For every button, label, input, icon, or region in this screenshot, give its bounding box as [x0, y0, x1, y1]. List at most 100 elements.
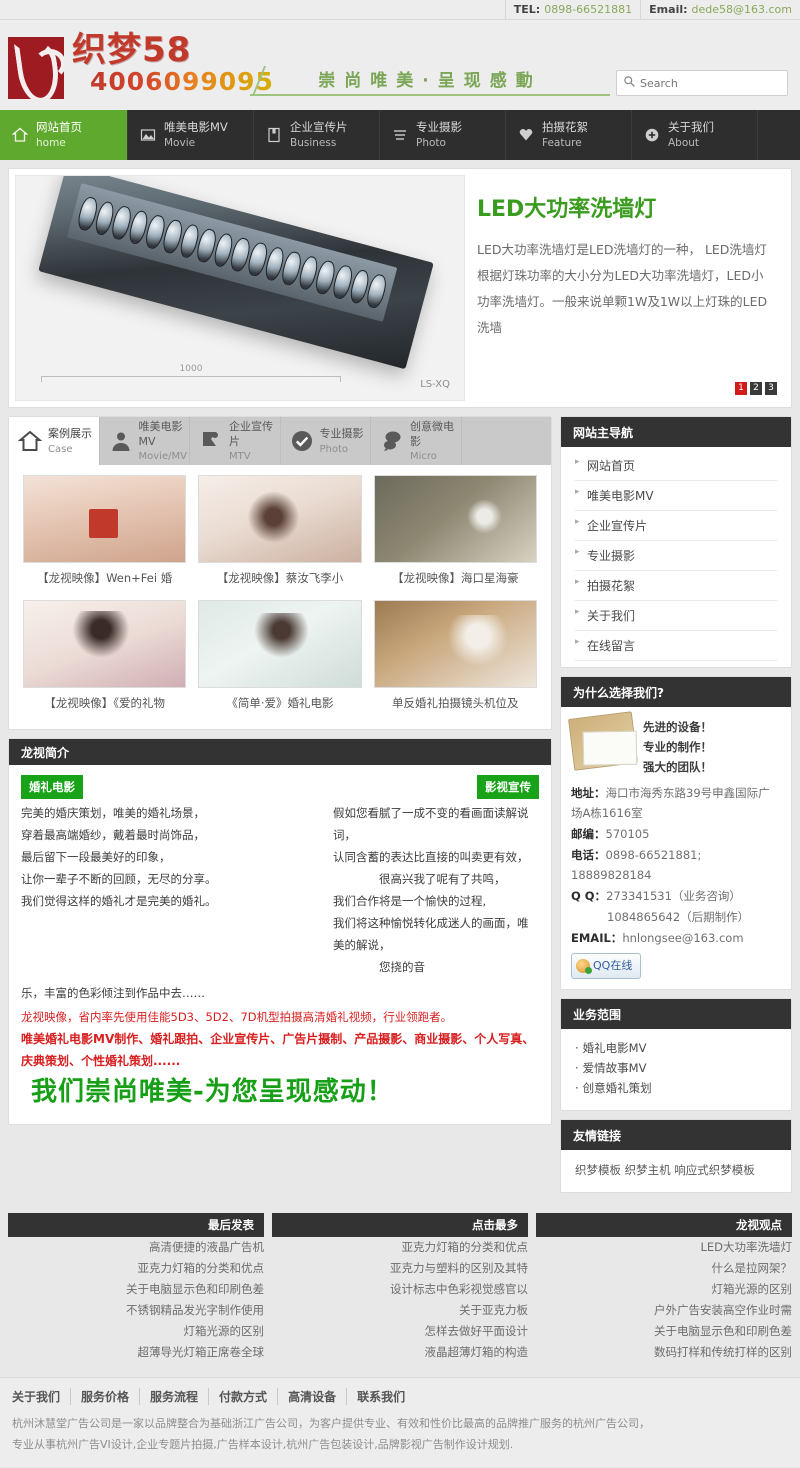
sidebar-item-business[interactable]: 企业宣传片	[575, 511, 777, 541]
footer-nav-equipment[interactable]: 高清设备	[278, 1388, 348, 1405]
footer-nav-about[interactable]: 关于我们	[12, 1388, 72, 1405]
footer-link[interactable]: 户外广告安装高空作业时需	[536, 1300, 792, 1321]
sidebar-item-feature[interactable]: 拍摄花絮	[575, 571, 777, 601]
footer-link[interactable]: 亚克力灯箱的分类和优点	[272, 1237, 529, 1258]
gallery-thumbnail[interactable]	[373, 600, 537, 688]
banner-dot-2[interactable]: 2	[750, 382, 762, 395]
search-input[interactable]	[636, 76, 785, 90]
banner-dot-3[interactable]: 3	[765, 382, 777, 395]
footer-link[interactable]: 关于电脑显示色和印刷色差	[8, 1279, 264, 1300]
check-circle-icon	[290, 429, 314, 453]
tab-case[interactable]: 案例展示 Case	[9, 417, 100, 465]
intro-left-line: 我们觉得这样的婚礼才是完美的婚礼。	[21, 894, 217, 908]
footer-nav-contact[interactable]: 联系我们	[347, 1388, 415, 1405]
footer-link[interactable]: 关于亚克力板	[272, 1300, 528, 1321]
gallery-item[interactable]: 【龙视映像】Wen+Fei 婚	[17, 475, 192, 600]
sidebar-nav-list: 网站首页 唯美电影MV 企业宣传片 专业摄影 拍摄花絮 关于我们 在线留言	[561, 447, 791, 667]
footer-navigation: 关于我们 服务价格 服务流程 付款方式 高清设备 联系我们	[12, 1388, 788, 1405]
qq-online-button[interactable]: QQ在线	[571, 953, 642, 979]
footer-link[interactable]: 亚克力与塑料的区别及其特	[272, 1258, 528, 1279]
footer-link[interactable]: 设计标志中色彩视觉感官以	[272, 1279, 528, 1300]
nav-item-about[interactable]: 关于我们 About	[632, 110, 758, 160]
friendly-links-text[interactable]: 织梦模板 织梦主机 响应式织梦模板	[561, 1150, 791, 1192]
footer-link[interactable]: 关于电脑显示色和印刷色差	[536, 1321, 792, 1342]
footer-link[interactable]: 不锈钢精品发光字制作使用	[8, 1300, 264, 1321]
tab-mtv[interactable]: 企业宣传片 MTV	[190, 417, 281, 465]
gallery-item[interactable]: 《简单·爱》婚礼电影	[192, 600, 367, 725]
tab-movie[interactable]: 唯美电影MV Movie/MV	[100, 417, 190, 465]
footer-nav-payment[interactable]: 付款方式	[209, 1388, 279, 1405]
footer-nav-price[interactable]: 服务价格	[71, 1388, 141, 1405]
intro-left-line: 穿着最高端婚纱，戴着最时尚饰品，	[21, 828, 205, 842]
footer-link[interactable]: 灯箱光源的区别	[8, 1321, 265, 1342]
sidebar-item-movie[interactable]: 唯美电影MV	[575, 481, 777, 511]
business-scope-box: 业务范围 婚礼电影MV 爱情故事MV 创意婚礼策划	[560, 998, 792, 1111]
footer-link[interactable]: 数码打样和传统打样的区别	[536, 1342, 792, 1363]
pin-icon	[199, 429, 223, 453]
envelope-icon	[568, 711, 638, 771]
logo-name: 织梦58	[72, 30, 192, 70]
intro-tail-line: 乐，丰富的色彩倾注到作品中去……	[21, 986, 205, 1000]
gallery-thumbnail[interactable]	[23, 600, 187, 688]
business-item[interactable]: 婚礼电影MV	[575, 1038, 777, 1058]
nav-item-home[interactable]: 网站首页 home	[0, 110, 128, 160]
gallery-item[interactable]: 【龙视映像】海口星海豪	[368, 475, 543, 600]
gallery-thumbnail[interactable]	[198, 600, 362, 688]
intro-services-line: 唯美婚礼电影MV制作、婚礼跟拍、企业宣传片、广告片摄制、产品摄影、商业摄影、个人…	[21, 1032, 535, 1068]
footer-col-popular: 点击最多 亚克力灯箱的分类和优点 亚克力与塑料的区别及其特 设计标志中色彩视觉感…	[272, 1213, 528, 1363]
why-slogan: 专业的制作！	[643, 740, 712, 754]
tab-label-cn: 企业宣传片	[229, 420, 273, 448]
footer-link[interactable]: 灯箱光源的区别	[536, 1279, 793, 1300]
plus-circle-icon	[644, 127, 660, 143]
footer-link[interactable]: 什么是拉网架？	[536, 1258, 793, 1279]
sidebar-item-photo[interactable]: 专业摄影	[575, 541, 777, 571]
nav-label-en: About	[668, 136, 700, 149]
nav-label-cn: 网站首页	[36, 119, 82, 134]
nav-item-movie[interactable]: 唯美电影MV Movie	[128, 110, 254, 160]
search-box[interactable]	[616, 70, 788, 96]
banner-dot-1[interactable]: 1	[735, 382, 747, 395]
nav-item-photo[interactable]: 专业摄影 Photo	[380, 110, 506, 160]
nav-label-en: Movie	[164, 136, 196, 149]
gallery-thumbnail[interactable]	[373, 475, 537, 563]
footer-col-header: 龙视观点	[536, 1213, 792, 1237]
nav-item-feature[interactable]: 拍摄花絮 Feature	[506, 110, 632, 160]
footer-link[interactable]: LED大功率洗墙灯	[536, 1237, 792, 1258]
tab-photo[interactable]: 专业摄影 Photo	[281, 417, 371, 465]
tel-value: 0898-66521881	[544, 3, 633, 16]
nav-label-cn: 企业宣传片	[290, 119, 348, 134]
logo-mark-icon	[8, 37, 64, 99]
business-item[interactable]: 创意婚礼策划	[575, 1078, 777, 1098]
gallery-item[interactable]: 单反婚礼拍摄镜头机位及	[368, 600, 543, 725]
sidebar-item-home[interactable]: 网站首页	[575, 451, 777, 481]
gallery-item[interactable]: 【龙视映像】《爱的礼物	[17, 600, 192, 725]
gallery-caption: 【龙视映像】Wen+Fei 婚	[37, 571, 173, 585]
tel-label: TEL:	[513, 3, 541, 16]
email-label: Email:	[649, 3, 688, 16]
search-icon	[623, 75, 636, 91]
gallery-item[interactable]: 【龙视映像】蔡汝飞李小	[192, 475, 367, 600]
footer-nav-process[interactable]: 服务流程	[140, 1388, 210, 1405]
footer-link[interactable]: 超薄导光灯箱正席卷全球	[8, 1342, 265, 1363]
footer-link[interactable]: 高清便捷的液晶广告机	[8, 1237, 264, 1258]
contact-phone: 电话：0898-66521881; 18889828184	[571, 848, 702, 882]
tab-micro[interactable]: 创意微电影 Micro	[371, 417, 462, 465]
business-scope-body: 婚礼电影MV 爱情故事MV 创意婚礼策划	[561, 1029, 791, 1110]
gallery-thumbnail[interactable]	[198, 475, 362, 563]
nav-label-cn: 专业摄影	[416, 119, 462, 134]
intro-panel: 龙视简介 婚礼电影 完美的婚庆策划，唯美的婚礼场景， 穿着最高端婚纱，戴着最时尚…	[8, 738, 552, 1125]
footer-link[interactable]: 亚克力灯箱的分类和优点	[8, 1258, 265, 1279]
footer-link[interactable]: 液晶超薄灯箱的构造	[272, 1342, 529, 1363]
nav-item-business[interactable]: 企业宣传片 Business	[254, 110, 380, 160]
sidebar-item-message[interactable]: 在线留言	[575, 631, 777, 661]
business-item[interactable]: 爱情故事MV	[575, 1058, 777, 1078]
intro-header: 龙视简介	[9, 739, 551, 765]
email-cell: Email: dede58@163.com	[640, 0, 800, 19]
footer-link[interactable]: 怎样去做好平面设计	[272, 1321, 529, 1342]
contact-zipcode: 邮编：570105	[571, 827, 650, 841]
sidebar-item-about[interactable]: 关于我们	[575, 601, 777, 631]
gallery-thumbnail[interactable]	[23, 475, 187, 563]
contact-email: EMAIL：hnlongsee@163.com	[571, 931, 744, 945]
email-value[interactable]: dede58@163.com	[692, 3, 792, 16]
business-scope-header: 业务范围	[561, 999, 791, 1029]
